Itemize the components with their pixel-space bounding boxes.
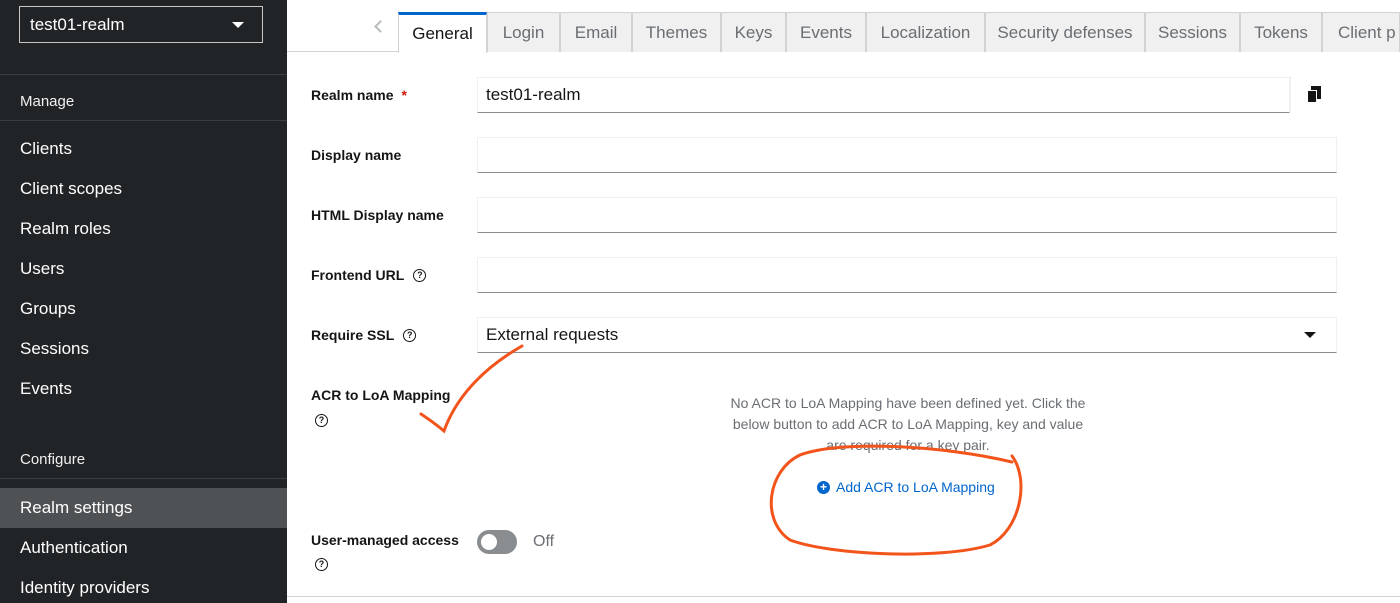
tab-login[interactable]: Login	[487, 12, 560, 52]
acr-empty-state-text: No ACR to LoA Mapping have been defined …	[730, 395, 1086, 453]
tab-sessions[interactable]: Sessions	[1145, 12, 1240, 52]
sidebar-item-groups[interactable]: Groups	[0, 289, 287, 329]
tab-keys[interactable]: Keys	[721, 12, 786, 52]
app: test01-realm Manage Clients Client scope…	[0, 0, 1400, 603]
user-managed-access-toggle[interactable]	[477, 530, 517, 554]
sidebar-divider	[0, 120, 287, 121]
tab-tokens[interactable]: Tokens	[1240, 12, 1322, 52]
sidebar-item-realm-settings[interactable]: Realm settings	[0, 488, 287, 528]
tab-general[interactable]: General	[398, 12, 487, 53]
caret-down-icon	[232, 21, 244, 28]
help-icon[interactable]: ?	[315, 558, 328, 571]
realm-name-label: Realm name *	[311, 87, 407, 103]
sidebar-item-client-scopes[interactable]: Client scopes	[0, 169, 287, 209]
sidebar: test01-realm Manage Clients Client scope…	[0, 0, 287, 603]
tab-security-defenses[interactable]: Security defenses	[985, 12, 1145, 52]
sidebar-divider	[0, 478, 287, 479]
toggle-knob	[481, 534, 497, 550]
html-display-name-input[interactable]	[477, 197, 1337, 233]
configure-heading: Configure	[20, 451, 86, 468]
realm-name-label-text: Realm name	[311, 87, 394, 103]
tab-client-policies[interactable]: Client p	[1322, 12, 1400, 52]
help-icon[interactable]: ?	[315, 414, 328, 427]
user-managed-access-label: User-managed access	[311, 532, 459, 548]
require-ssl-value: External requests	[486, 325, 619, 344]
realm-selector[interactable]: test01-realm	[19, 6, 263, 43]
add-acr-mapping-button[interactable]: + Add ACR to LoA Mapping	[817, 479, 995, 495]
require-ssl-select[interactable]: External requests	[477, 317, 1337, 353]
copy-icon	[1307, 86, 1321, 103]
frontend-url-label-text: Frontend URL	[311, 267, 405, 283]
annotation-circle	[769, 444, 1023, 556]
plus-circle-icon: +	[817, 480, 830, 494]
required-marker: *	[401, 87, 407, 103]
tab-email[interactable]: Email	[560, 12, 632, 52]
frontend-url-label: Frontend URL ?	[311, 267, 427, 283]
content-divider	[287, 596, 1400, 597]
help-icon[interactable]: ?	[403, 328, 417, 342]
display-name-input[interactable]	[477, 137, 1337, 173]
tabs-scroll-left-button[interactable]	[367, 14, 391, 38]
acr-mapping-label: ACR to LoA Mapping	[311, 387, 451, 403]
frontend-url-input[interactable]	[477, 257, 1337, 293]
sidebar-divider	[0, 74, 287, 75]
realm-selector-value: test01-realm	[30, 14, 125, 34]
require-ssl-label-text: Require SSL	[311, 327, 395, 343]
tabs-bar: General Login Email Themes Keys Events L…	[287, 0, 1400, 53]
manage-heading: Manage	[20, 93, 75, 110]
sidebar-item-sessions[interactable]: Sessions	[0, 329, 287, 369]
html-display-name-label: HTML Display name	[311, 207, 444, 223]
sidebar-item-clients[interactable]: Clients	[0, 129, 287, 169]
display-name-label: Display name	[311, 147, 402, 163]
add-acr-mapping-label: Add ACR to LoA Mapping	[836, 479, 995, 495]
help-icon[interactable]: ?	[413, 268, 427, 282]
chevron-left-icon	[374, 19, 387, 33]
tab-localization[interactable]: Localization	[866, 12, 985, 52]
user-managed-access-state: Off	[533, 533, 555, 550]
tab-events[interactable]: Events	[786, 12, 866, 52]
sidebar-item-events[interactable]: Events	[0, 369, 287, 409]
sidebar-item-users[interactable]: Users	[0, 249, 287, 289]
sidebar-item-authentication[interactable]: Authentication	[0, 528, 287, 568]
sidebar-item-realm-roles[interactable]: Realm roles	[0, 209, 287, 249]
sidebar-item-identity-providers[interactable]: Identity providers	[0, 568, 287, 603]
realm-name-input[interactable]	[477, 77, 1290, 113]
caret-down-icon	[1304, 332, 1316, 338]
copy-button[interactable]	[1290, 77, 1337, 112]
tab-themes[interactable]: Themes	[632, 12, 721, 52]
require-ssl-label: Require SSL ?	[311, 327, 417, 343]
